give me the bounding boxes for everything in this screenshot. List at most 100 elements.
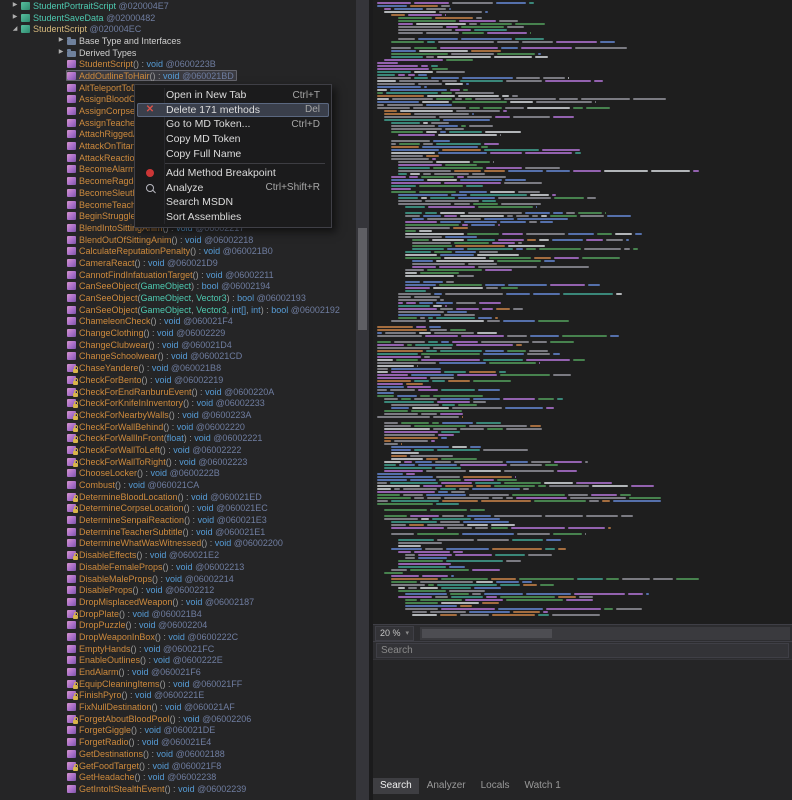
code-token [413, 107, 466, 109]
tree-row[interactable]: DetermineTeacherSubtitle() : void @06002… [0, 526, 356, 538]
tree-row[interactable]: FixNullDestination() : void @060021AF [0, 701, 356, 713]
tree-row[interactable]: DisableMaleProps() : void @06002214 [0, 573, 356, 585]
lock-icon [73, 556, 78, 560]
expander-collapsed-icon[interactable]: ▶ [10, 0, 20, 11]
tree-vertical-scrollbar[interactable] [356, 0, 369, 800]
tree-row[interactable]: DropMisplacedWeapon() : void @06002187 [0, 596, 356, 608]
lock-icon [73, 498, 78, 502]
decompiled-code-view[interactable] [373, 0, 792, 624]
menu-item-search-msdn[interactable]: Search MSDN [137, 195, 329, 210]
expander-collapsed-icon[interactable]: ▶ [56, 35, 66, 46]
tree-row[interactable]: AddOutlineToHair() : void @060021BD [0, 70, 356, 82]
tree-row[interactable]: EquipCleaningItems() : void @060021FF [0, 678, 356, 690]
tree-row[interactable]: FinishPyro() : void @0600221E [0, 690, 356, 702]
tree-row[interactable]: ▶Base Type and Interfaces [0, 35, 356, 47]
expander-expanded-icon[interactable]: ◢ [10, 24, 20, 35]
tree-row[interactable]: DetermineWhatWasWitnessed() : void @0600… [0, 538, 356, 550]
tree-row[interactable]: CheckForWallBehind() : void @06002220 [0, 421, 356, 433]
tree-row[interactable]: CheckForNearbyWalls() : void @0600223A [0, 409, 356, 421]
tab-watch-1[interactable]: Watch 1 [518, 778, 568, 794]
tree-row[interactable]: CalculateReputationPenalty() : void @060… [0, 245, 356, 257]
tree-row[interactable]: DetermineCorpseLocation() : void @060021… [0, 503, 356, 515]
md-token: @060021CD [188, 351, 243, 361]
scrollbar-thumb[interactable] [422, 629, 552, 638]
scrollbar-thumb[interactable] [358, 228, 367, 330]
code-token [500, 374, 550, 376]
expander-collapsed-icon[interactable]: ▶ [56, 47, 66, 58]
tree-row[interactable]: EmptyHands() : void @060021FC [0, 643, 356, 655]
tree-row[interactable]: DisableEffects() : void @060021E2 [0, 549, 356, 561]
tree-row[interactable]: DetermineSenpaiReaction() : void @060021… [0, 514, 356, 526]
code-token [401, 443, 402, 445]
code-token [553, 353, 560, 355]
code-token [441, 587, 472, 589]
menu-item-analyze[interactable]: AnalyzeCtrl+Shift+R [137, 181, 329, 196]
tree-row[interactable]: ForgetRadio() : void @060021E4 [0, 736, 356, 748]
menu-item-gutter [137, 169, 163, 177]
tree-row[interactable]: ChangeClubwear() : void @060021D4 [0, 339, 356, 351]
code-token [392, 98, 433, 100]
zoom-control[interactable]: 20 % ▾ [375, 626, 414, 641]
tree-row[interactable]: CheckForWallToLeft() : void @06002222 [0, 444, 356, 456]
expander-collapsed-icon[interactable]: ▶ [10, 12, 20, 23]
tree-row[interactable]: ChaseYandere() : void @060021B8 [0, 362, 356, 374]
tree-row[interactable]: DropWeaponInBox() : void @0600222C [0, 631, 356, 643]
tree-row[interactable]: CheckForBento() : void @06002219 [0, 374, 356, 386]
code-token [419, 302, 433, 304]
menu-item-go-to-md-token[interactable]: Go to MD Token...Ctrl+D [137, 117, 329, 132]
tree-row[interactable]: StudentScript() : void @0600223B [0, 58, 356, 70]
code-token [411, 410, 462, 412]
menu-item-copy-full-name[interactable]: Copy Full Name [137, 146, 329, 161]
tab-analyzer[interactable]: Analyzer [420, 778, 473, 794]
chevron-down-icon[interactable]: ▾ [406, 629, 410, 637]
tree-row[interactable]: CanSeeObject(GameObject, Vector3) : bool… [0, 292, 356, 304]
tree-row[interactable]: DisableProps() : void @06002212 [0, 584, 356, 596]
tree-row[interactable]: ForgetAboutBloodPool() : void @06002206 [0, 713, 356, 725]
search-input[interactable] [376, 643, 789, 658]
menu-item-copy-md-token[interactable]: Copy MD Token [137, 132, 329, 147]
tree-row[interactable]: BlendOutOfSittingAnim() : void @06002218 [0, 234, 356, 246]
tree-row[interactable]: GetIntoItStealthEvent() : void @06002239 [0, 783, 356, 795]
menu-item-open-in-new-tab[interactable]: Open in New TabCtrl+T [137, 88, 329, 103]
tree-row[interactable]: ▶StudentPortraitScript @020004E7 [0, 0, 356, 12]
tree-row[interactable]: GetFoodTarget() : void @060021F8 [0, 760, 356, 772]
tree-row[interactable]: EnableOutlines() : void @0600222E [0, 655, 356, 667]
code-token [377, 371, 388, 373]
tree-row[interactable]: CanSeeObject(GameObject, Vector3, int[],… [0, 304, 356, 316]
tree-row[interactable]: Combust() : void @060021CA [0, 479, 356, 491]
tree-row[interactable]: CannotFindInfatuationTarget() : void @06… [0, 269, 356, 281]
code-token [518, 191, 541, 193]
tab-locals[interactable]: Locals [474, 778, 517, 794]
tree-row[interactable]: ChangeSchoolwear() : void @060021CD [0, 351, 356, 363]
tree-row[interactable]: CheckForWallInFront(float) : void @06002… [0, 432, 356, 444]
tree-row[interactable]: DetermineBloodLocation() : void @060021E… [0, 491, 356, 503]
tree-row[interactable]: ChooseLocker() : void @0600222B [0, 468, 356, 480]
code-line [373, 470, 792, 472]
tree-row[interactable]: DropPuzzle() : void @06002204 [0, 619, 356, 631]
horizontal-scrollbar[interactable] [420, 627, 790, 640]
tree-row[interactable]: ◢StudentScript @020004EC [0, 23, 356, 35]
menu-item-add-method-breakpoint[interactable]: Add Method Breakpoint [137, 166, 329, 181]
tree-row[interactable]: CameraReact() : void @060021D9 [0, 257, 356, 269]
tree-row[interactable]: ChameleonCheck() : void @060021F4 [0, 316, 356, 328]
code-token [399, 143, 420, 145]
tree-row[interactable]: GetDestinations() : void @06002188 [0, 748, 356, 760]
menu-item-delete-171-methods[interactable]: ✕Delete 171 methodsDel [137, 103, 329, 118]
tree-row[interactable]: ▶StudentSaveData @02000482 [0, 12, 356, 24]
tree-row[interactable]: CheckForWallToRight() : void @06002223 [0, 456, 356, 468]
tree-row[interactable]: DisableFemaleProps() : void @06002213 [0, 561, 356, 573]
tree-row[interactable]: EndAlarm() : void @060021F6 [0, 666, 356, 678]
tab-search[interactable]: Search [373, 778, 419, 794]
tree-row[interactable]: GetHeadache() : void @06002238 [0, 771, 356, 783]
tree-row[interactable]: CheckForKnifeInInventory() : void @06002… [0, 397, 356, 409]
tree-row-content: FinishPyro() : void @0600221E [66, 690, 207, 701]
tree-row[interactable]: DropPlate() : void @060021B4 [0, 608, 356, 620]
tree-row[interactable]: CanSeeObject(GameObject) : bool @0600219… [0, 281, 356, 293]
method-name: DropMisplacedWeapon [79, 597, 172, 607]
tree-row[interactable]: ▶Derived Types [0, 47, 356, 59]
tree-row[interactable]: ChangeClothing() : void @06002229 [0, 327, 356, 339]
menu-item-sort-assemblies[interactable]: Sort Assemblies [137, 210, 329, 225]
tree-row[interactable]: ForgetGiggle() : void @060021DE [0, 725, 356, 737]
tree-row[interactable]: CheckForEndRanburuEvent() : void @060022… [0, 386, 356, 398]
code-token [405, 257, 441, 259]
